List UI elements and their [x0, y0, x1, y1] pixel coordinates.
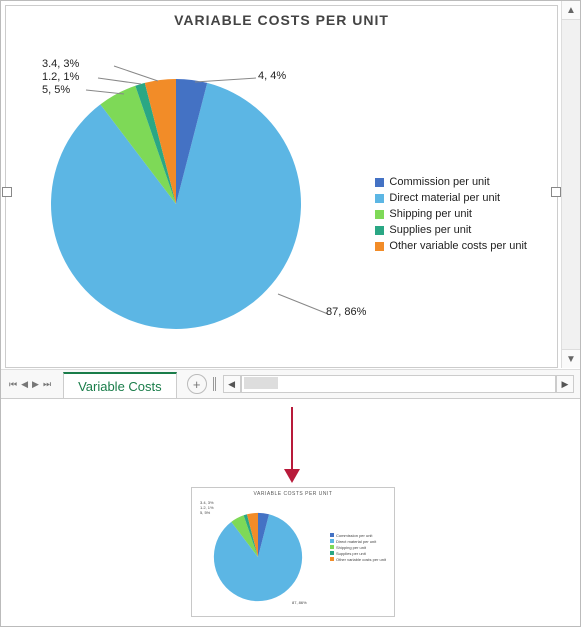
data-label-shipping[interactable]: 5, 5% — [42, 84, 70, 96]
thumb-lbl-shipping: 5, 5% — [200, 510, 210, 515]
data-label-other[interactable]: 3.4, 3% — [42, 58, 79, 70]
chart-object[interactable]: VARIABLE COSTS PER UNIT — [5, 5, 558, 368]
sheet-tab-label: Variable Costs — [78, 379, 162, 394]
vertical-scrollbar[interactable]: ▲ ▼ — [561, 1, 580, 368]
scroll-right-icon[interactable]: ▶ — [556, 375, 574, 393]
swatch-icon — [375, 210, 384, 219]
nav-prev-icon[interactable]: ◀ — [21, 379, 28, 390]
data-label-direct[interactable]: 87, 86% — [326, 306, 366, 318]
legend-label: Commission per unit — [389, 176, 489, 188]
thumbnail-pie — [198, 496, 318, 611]
sheet-tab-active[interactable]: Variable Costs — [63, 372, 177, 398]
horizontal-scrollbar[interactable]: ◀ ▶ — [213, 375, 574, 393]
data-label-supplies[interactable]: 1.2, 1% — [42, 71, 79, 83]
scroll-up-icon[interactable]: ▲ — [562, 1, 580, 20]
annotation-arrow-head-icon — [284, 469, 300, 483]
scroll-down-icon[interactable]: ▼ — [562, 349, 580, 368]
sheet-nav-buttons: ⏮ ◀ ▶ ⏭ — [1, 379, 59, 390]
resize-handle-left[interactable] — [2, 187, 12, 197]
chart-legend[interactable]: Commission per unit Direct material per … — [375, 174, 527, 254]
scroll-left-icon[interactable]: ◀ — [223, 375, 241, 393]
excel-workbook-pane: VARIABLE COSTS PER UNIT — [1, 1, 580, 399]
nav-first-icon[interactable]: ⏮ — [9, 379, 17, 390]
legend-item-supplies[interactable]: Supplies per unit — [375, 222, 527, 238]
chart-title[interactable]: VARIABLE COSTS PER UNIT — [6, 6, 557, 28]
resize-handle-right[interactable] — [551, 187, 561, 197]
nav-next-icon[interactable]: ▶ — [32, 379, 39, 390]
swatch-icon — [375, 178, 384, 187]
data-label-commission[interactable]: 4, 4% — [258, 70, 286, 82]
legend-label: Other variable costs per unit — [389, 240, 527, 252]
legend-label: Supplies per unit — [389, 224, 471, 236]
pie-plot-area: 4, 4% 87, 86% 5, 5% 1.2, 1% 3.4, 3% Comm… — [6, 34, 557, 367]
nav-last-icon[interactable]: ⏭ — [43, 379, 51, 390]
screenshot-frame: VARIABLE COSTS PER UNIT — [0, 0, 581, 627]
plus-icon: + — [193, 377, 201, 392]
splitter-handle-icon[interactable] — [213, 377, 217, 391]
legend-item-commission[interactable]: Commission per unit — [375, 174, 527, 190]
add-sheet-button[interactable]: + — [187, 374, 207, 394]
thumbnail-legend: Commission per unit Direct material per … — [330, 532, 386, 562]
thumbnail-chart: VARIABLE COSTS PER UNIT 3.4, 3% 1.2, 1% … — [191, 487, 395, 617]
legend-item-other[interactable]: Other variable costs per unit — [375, 238, 527, 254]
scroll-thumb[interactable] — [244, 377, 278, 389]
sheet-tab-bar: ⏮ ◀ ▶ ⏭ Variable Costs + ◀ ▶ — [1, 369, 580, 398]
legend-item-direct[interactable]: Direct material per unit — [375, 190, 527, 206]
scroll-track[interactable] — [241, 375, 556, 393]
swatch-icon — [375, 226, 384, 235]
thumb-lbl-direct: 87, 86% — [292, 600, 307, 605]
swatch-icon — [375, 194, 384, 203]
annotation-arrow — [291, 407, 293, 471]
swatch-icon — [375, 242, 384, 251]
legend-label: Direct material per unit — [389, 192, 500, 204]
legend-item-shipping[interactable]: Shipping per unit — [375, 206, 527, 222]
legend-label: Shipping per unit — [389, 208, 472, 220]
